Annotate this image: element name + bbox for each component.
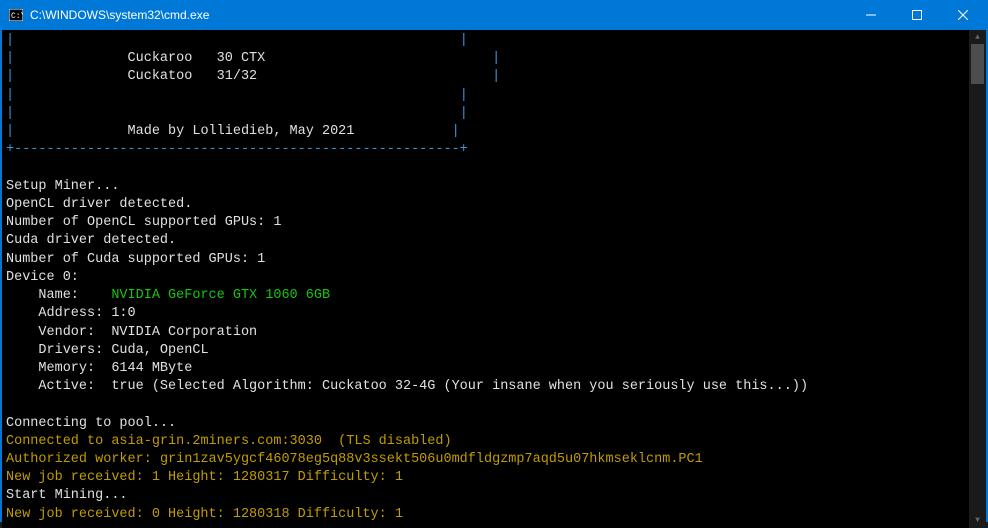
setup-line: Device 0: xyxy=(6,270,79,285)
setup-line: OpenCL driver detected. xyxy=(6,197,192,212)
window-title: C:\WINDOWS\system32\cmd.exe xyxy=(30,8,209,22)
device-drivers-value: Cuda, OpenCL xyxy=(111,343,208,358)
algo-line: Cuckatoo xyxy=(128,69,193,84)
algo-val: 30 CTX xyxy=(217,51,266,66)
device-address-value: 1:0 xyxy=(111,306,135,321)
device-vendor-label: Vendor: xyxy=(38,325,95,340)
setup-line: Number of OpenCL supported GPUs: 1 xyxy=(6,215,281,230)
pool-job-line: New job received: 1 Height: 1280317 Diff… xyxy=(6,470,403,485)
credit-line: Made by Lolliedieb, May 2021 xyxy=(128,124,355,139)
pool-job-line: New job received: 0 Height: 1280318 Diff… xyxy=(6,507,403,522)
device-drivers-label: Drivers: xyxy=(38,343,103,358)
pool-connecting: Connecting to pool... xyxy=(6,416,176,431)
vertical-scrollbar[interactable]: ▲ ▼ xyxy=(969,30,986,528)
titlebar[interactable]: C:\ C:\WINDOWS\system32\cmd.exe xyxy=(2,0,986,30)
pool-connected-suffix: (TLS disabled) xyxy=(322,434,452,449)
svg-text:C:\: C:\ xyxy=(11,12,23,21)
cmd-icon: C:\ xyxy=(8,7,24,23)
device-name-label: Name: xyxy=(38,288,79,303)
terminal-output[interactable]: | | | Cuckaroo 30 CTX | | Cuckatoo 31/32… xyxy=(2,30,969,528)
device-active-label: Active: xyxy=(38,379,95,394)
algo-line: Cuckaroo xyxy=(128,51,193,66)
setup-line: Number of Cuda supported GPUs: 1 xyxy=(6,252,265,267)
scrollbar-thumb[interactable] xyxy=(971,44,984,84)
minimize-button[interactable] xyxy=(848,0,894,30)
device-name-value: NVIDIA GeForce GTX 1060 6GB xyxy=(111,288,330,303)
scroll-down-icon[interactable]: ▼ xyxy=(969,514,986,528)
device-active-value: true (Selected Algorithm: Cuckatoo 32-4G… xyxy=(111,379,808,394)
algo-val: 31/32 xyxy=(217,69,258,84)
device-vendor-value: NVIDIA Corporation xyxy=(111,325,257,340)
pool-start-line: Start Mining... xyxy=(6,488,128,503)
device-memory-label: Memory: xyxy=(38,361,95,376)
pool-auth-value: grin1zav5ygcf46078eg5q88v3ssekt506u0mdfl… xyxy=(160,452,703,467)
device-memory-value: 6144 MByte xyxy=(111,361,192,376)
scroll-up-icon[interactable]: ▲ xyxy=(969,30,986,44)
setup-line: Setup Miner... xyxy=(6,179,119,194)
pool-auth-prefix: Authorized worker: xyxy=(6,452,160,467)
close-button[interactable] xyxy=(940,0,986,30)
maximize-button[interactable] xyxy=(894,0,940,30)
setup-line: Cuda driver detected. xyxy=(6,233,176,248)
device-address-label: Address: xyxy=(38,306,103,321)
pool-connected-host: asia-grin.2miners.com:3030 xyxy=(111,434,322,449)
cmd-window: C:\ C:\WINDOWS\system32\cmd.exe | | | Cu… xyxy=(0,0,988,522)
pool-connected-prefix: Connected to xyxy=(6,434,111,449)
